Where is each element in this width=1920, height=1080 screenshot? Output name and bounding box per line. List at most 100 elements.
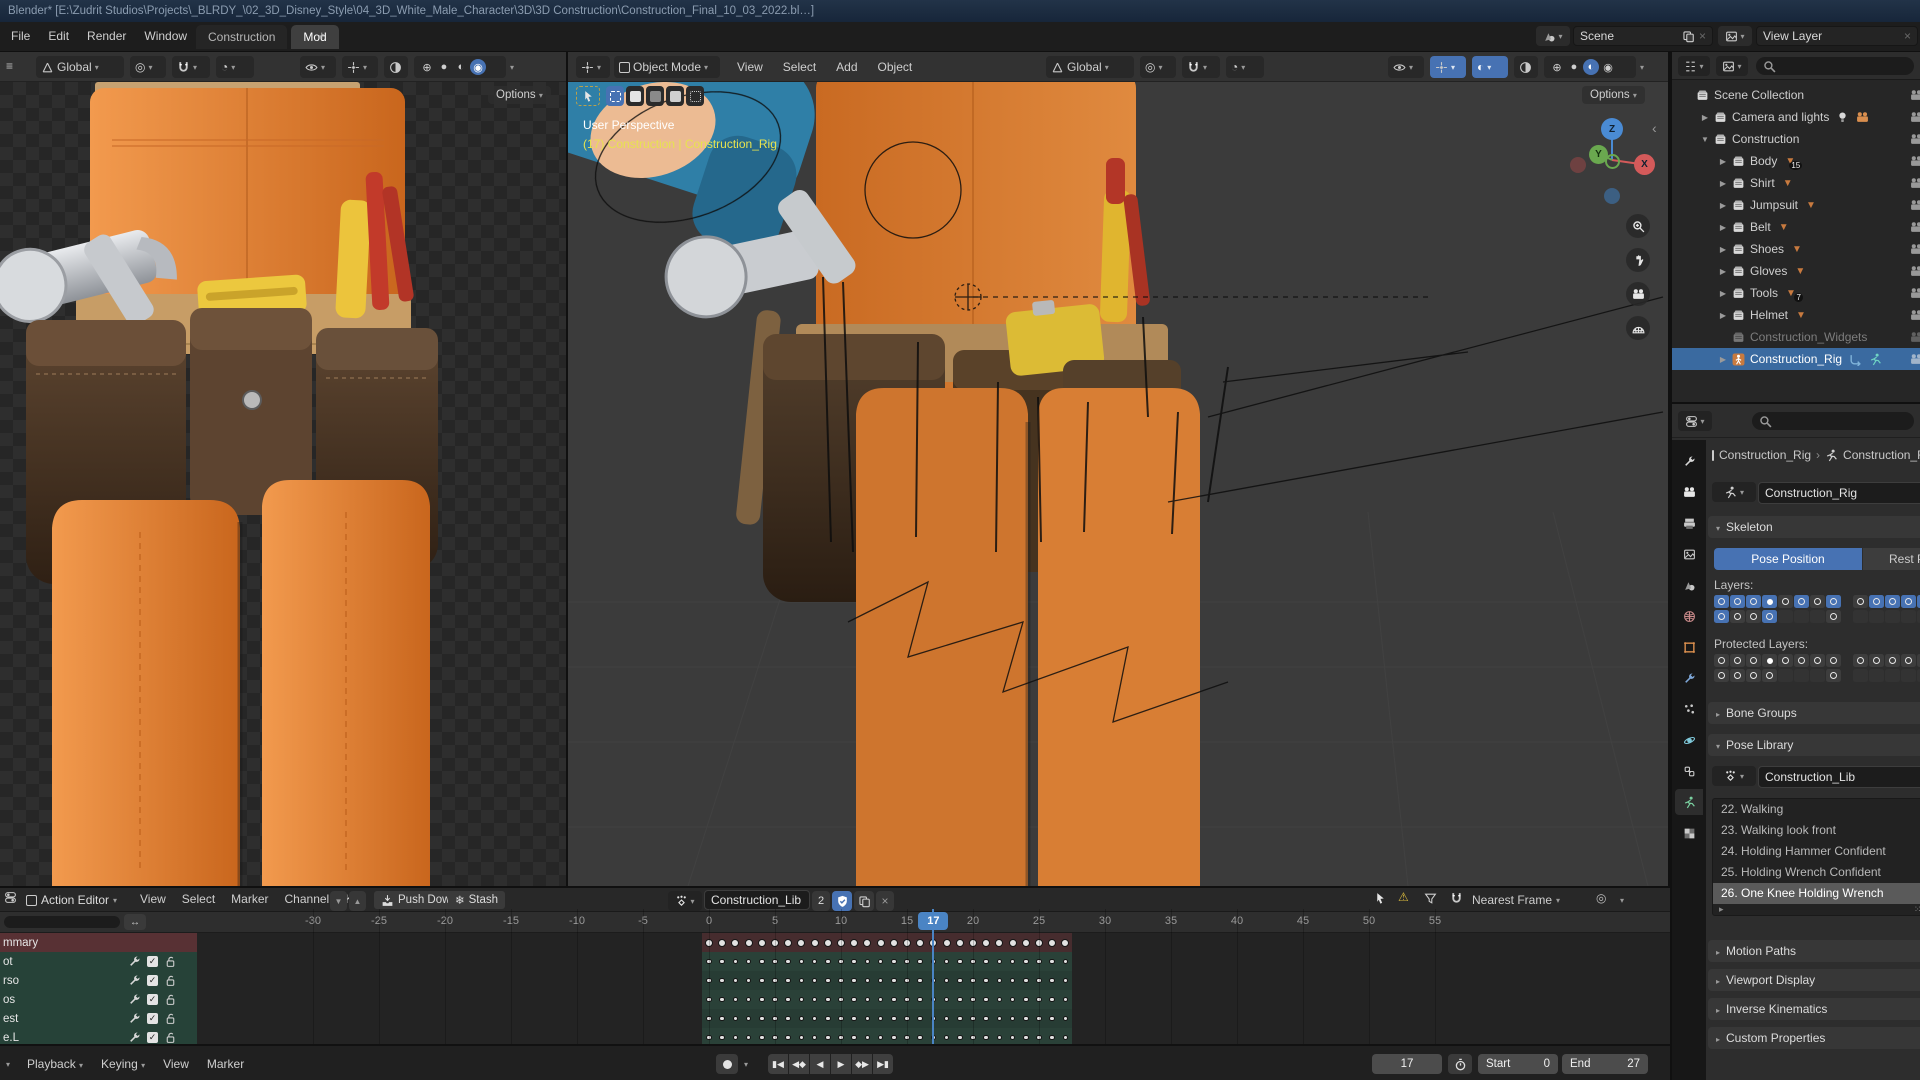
menu-render[interactable]: Render [78,22,135,50]
snap-toggle[interactable]: ▾ [1182,56,1220,78]
properties-tab-physics[interactable] [1675,727,1703,753]
copy-scene-icon[interactable] [1682,30,1695,43]
xray-toggle[interactable] [1514,56,1538,78]
next-keyframe-button[interactable]: ◆▶ [852,1054,872,1074]
select-intersect-button[interactable] [686,86,704,106]
properties-tab-texture[interactable] [1675,820,1703,846]
frame-end-field[interactable]: End27 [1562,1054,1648,1074]
camera-view-button[interactable] [1626,282,1650,306]
armature-layer-toggle[interactable] [1794,654,1809,667]
panel-collapse-arrow[interactable]: ‹ [1652,120,1657,136]
keyframe[interactable] [825,959,831,965]
pose-library-id-dropdown[interactable]: ▾ [1712,766,1756,786]
armature-layer-toggle[interactable] [1810,654,1825,667]
keyframe[interactable] [759,1035,765,1041]
new-action-button[interactable] [854,891,874,911]
keyframe[interactable] [758,939,766,947]
render-visibility-icon[interactable] [1910,133,1920,146]
keyframe[interactable] [957,1016,963,1022]
proportional-editing-toggle[interactable]: ◔▾ [1226,56,1264,78]
perspective-toggle-button[interactable] [1626,316,1650,340]
properties-tab-modifiers[interactable] [1675,665,1703,691]
keyframe[interactable] [1022,939,1030,947]
keyframe[interactable] [891,997,897,1003]
pose-list-expand-icon[interactable]: ▸ [1719,904,1724,915]
gizmos-dropdown[interactable]: ▾ [342,56,378,78]
workspace-tab-construction[interactable]: Construction [196,25,287,49]
armature-layer-toggle[interactable] [1853,595,1868,608]
keyframe[interactable] [1023,1035,1029,1041]
keyframe[interactable] [890,939,898,947]
timeline-menu-playback[interactable]: Playback ▾ [18,1050,92,1080]
add-workspace-button[interactable]: + [318,28,326,43]
keyframe[interactable] [957,1035,963,1041]
visibility-dropdown[interactable]: ▾ [300,56,336,78]
transform-orientation-dropdown[interactable]: Global▾ [36,56,124,78]
outliner-row-tools[interactable]: ▶Tools▼7 [1672,282,1920,304]
armature-name-field[interactable]: Construction_Rig [1758,482,1920,504]
proportional-editing-toggle[interactable]: ◎ [1596,891,1606,905]
breadcrumb-object[interactable]: Construction_Rig [1719,448,1811,462]
channel-icons[interactable]: ✓ [128,974,177,987]
pose-library-name-field[interactable]: Construction_Lib [1758,766,1920,788]
properties-tab-object[interactable] [1675,634,1703,660]
keyframe[interactable] [1061,939,1069,947]
stash-button[interactable]: ❄Stash [448,891,505,909]
channel-est[interactable]: est✓ [0,1009,197,1028]
properties-tab-constraints[interactable] [1675,758,1703,784]
armature-layer-toggle[interactable] [1746,595,1761,608]
pivot-point-dropdown[interactable]: ◎▾ [130,56,166,78]
bone-groups-panel-header[interactable]: ▸Bone Groups [1708,702,1920,724]
channel-ot[interactable]: ot✓ [0,952,197,971]
armature-layer-toggle[interactable] [1778,654,1793,667]
render-visibility-icon[interactable] [1910,177,1920,190]
armature-layer-toggle[interactable] [1746,669,1761,682]
dope-menu-marker[interactable]: Marker [223,888,276,911]
pose-list-item[interactable]: 22. Walking [1713,799,1920,820]
keyframe[interactable] [863,939,871,947]
pose-library-panel-header[interactable]: ▾Pose Library [1708,734,1920,756]
keyframe[interactable] [943,939,951,947]
keyframe[interactable] [1023,997,1029,1003]
use-preview-range-toggle[interactable] [1448,1054,1472,1074]
outliner-row-camera-and-lights[interactable]: ▶Camera and lights [1672,106,1920,128]
keyframe[interactable] [891,978,897,984]
scene-icon-dropd[interactable]: ▾ [1536,26,1570,46]
keyframe[interactable] [891,1035,897,1041]
armature-layer-toggle[interactable] [1746,654,1761,667]
armature-layer-toggle[interactable] [1778,595,1793,608]
outliner-row-construction[interactable]: ▼Construction [1672,128,1920,150]
render-visibility-icon[interactable] [1910,89,1920,102]
select-invert-button[interactable] [666,86,684,106]
shading-wireframe-button[interactable]: ⊕ [419,59,435,75]
workspace-tab-mod[interactable]: Mod [291,25,338,49]
dope-mode-dropdown[interactable]: Action Editor▾ [26,888,117,912]
select-extend-button[interactable] [626,86,644,106]
channel-icons[interactable]: ✓ [128,1031,177,1044]
armature-layer-toggle[interactable] [1810,595,1825,608]
keyframe-area[interactable]: mmaryot✓rso✓os✓est✓e.L✓ [0,933,1670,1044]
keyframe[interactable] [850,939,858,947]
resize-grip-icon[interactable]: ⁙⁙ [1914,904,1920,915]
armature-layer-toggle[interactable] [1869,610,1884,623]
keyframe[interactable] [759,959,765,965]
channel-summary[interactable]: mmary [0,933,197,952]
armature-layer-toggle[interactable] [1810,610,1825,623]
render-visibility-icon[interactable] [1910,155,1920,168]
armature-layer-toggle[interactable] [1885,610,1900,623]
outliner-display-mode-dropdown[interactable]: ▾ [1678,56,1710,76]
gizmo-negative-x-axis[interactable] [1570,157,1586,173]
armature-layer-toggle[interactable] [1714,595,1729,608]
pose-list-item[interactable]: 24. Holding Hammer Confident [1713,841,1920,862]
transform-orientation-dropdown[interactable]: Global▾ [1046,56,1134,78]
armature-layer-toggle[interactable] [1730,654,1745,667]
outliner-row-jumpsuit[interactable]: ▶Jumpsuit▼ [1672,194,1920,216]
armature-layer-toggle[interactable] [1714,610,1729,623]
outliner-row-shoes[interactable]: ▶Shoes▼ [1672,238,1920,260]
properties-editor-dropdown[interactable]: ▾ [1678,411,1712,431]
keyframe[interactable] [891,959,897,965]
channel-e.L[interactable]: e.L✓ [0,1028,197,1044]
frame-start-field[interactable]: Start0 [1478,1054,1558,1074]
snap-mode-dropdown[interactable]: Nearest Frame▾ [1472,888,1560,912]
pose-list-item[interactable]: 26. One Knee Holding Wrench [1713,883,1920,904]
